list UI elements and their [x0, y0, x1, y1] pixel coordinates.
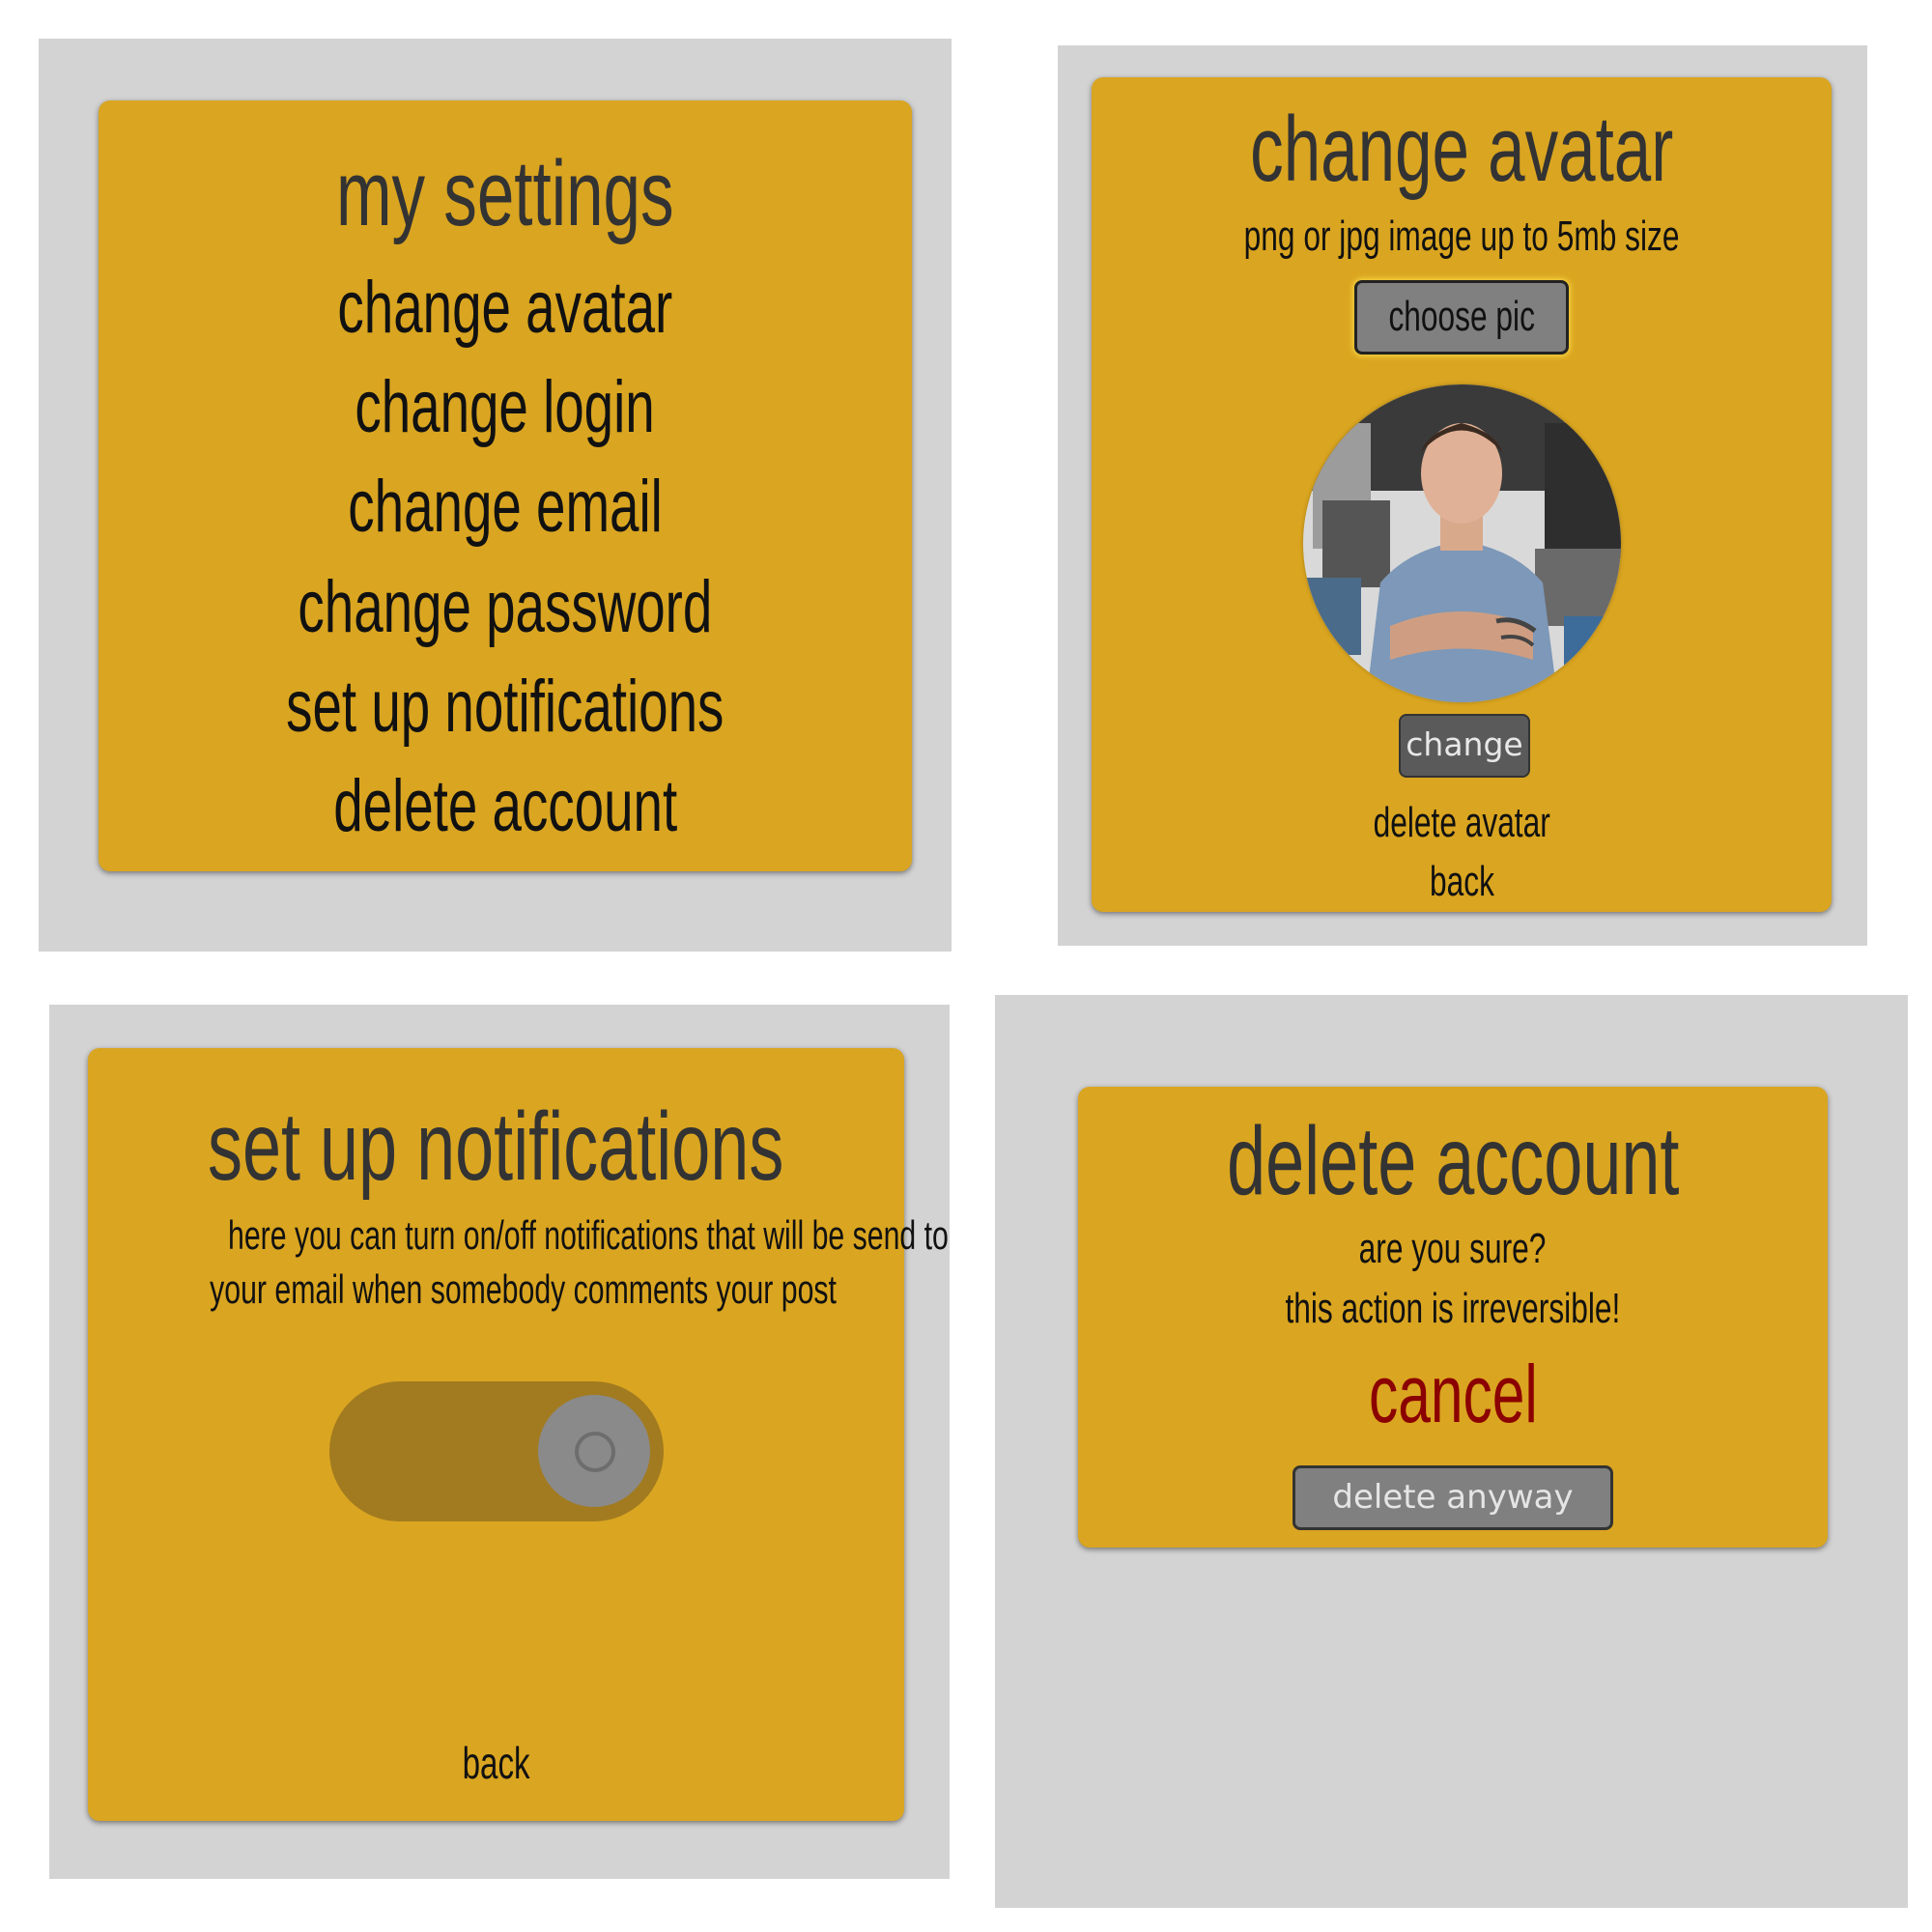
menu-item-change-avatar[interactable]: change avatar — [99, 265, 912, 352]
change-avatar-title-wrap: change avatar — [1092, 97, 1832, 203]
menu-item-label: delete account — [333, 765, 677, 847]
delete-anyway-label: delete anyway — [1332, 1478, 1574, 1517]
settings-title: my settings — [336, 142, 674, 245]
settings-menu-card: my settings change avatar change login c… — [99, 100, 912, 871]
menu-item-label: change password — [298, 566, 713, 648]
irreversible-warning: this action is irreversible! — [1285, 1285, 1621, 1332]
back-label: back — [462, 1738, 530, 1788]
menu-item-change-email[interactable]: change email — [99, 464, 912, 551]
avatar-hint-wrap: png or jpg image up to 5mb size — [1092, 210, 1832, 264]
notifications-description-line2: your email when somebody comments your p… — [210, 1266, 837, 1312]
irreversible-warning-wrap: this action is irreversible! — [1078, 1282, 1828, 1336]
delete-account-title: delete account — [1226, 1107, 1680, 1215]
delete-avatar-link[interactable]: delete avatar — [1092, 796, 1832, 850]
menu-item-set-up-notifications[interactable]: set up notifications — [99, 664, 912, 751]
avatar-hint: png or jpg image up to 5mb size — [1243, 213, 1680, 260]
cancel-link[interactable]: cancel — [1078, 1346, 1828, 1442]
delete-account-panel: delete account are you sure? this action… — [995, 995, 1908, 1908]
avatar-photo — [1303, 384, 1621, 702]
menu-item-label: set up notifications — [286, 666, 724, 748]
change-avatar-button[interactable]: change — [1399, 714, 1530, 778]
choose-pic-button[interactable]: choose pic — [1354, 280, 1569, 355]
notifications-title-wrap: set up notifications — [88, 1092, 904, 1203]
settings-menu-panel: my settings change avatar change login c… — [39, 39, 952, 952]
menu-item-label: change login — [355, 366, 656, 448]
notifications-panel: set up notifications here you can turn o… — [49, 1005, 950, 1879]
delete-account-card: delete account are you sure? this action… — [1078, 1087, 1828, 1548]
delete-avatar-label: delete avatar — [1373, 799, 1550, 846]
cancel-label: cancel — [1368, 1349, 1538, 1439]
back-link[interactable]: back — [1092, 855, 1832, 909]
toggle-knob — [538, 1395, 650, 1507]
avatar-preview — [1303, 384, 1621, 702]
change-avatar-card: change avatar png or jpg image up to 5mb… — [1092, 77, 1832, 912]
menu-item-delete-account[interactable]: delete account — [99, 763, 912, 850]
back-link[interactable]: back — [88, 1734, 904, 1792]
notifications-description-line1-wrap: here you can turn on/off notifications t… — [88, 1209, 949, 1262]
notifications-description-line2-wrap: your email when somebody comments your p… — [88, 1264, 904, 1316]
confirm-question-wrap: are you sure? — [1078, 1222, 1828, 1276]
menu-item-label: change avatar — [337, 267, 673, 349]
change-avatar-title: change avatar — [1249, 98, 1674, 201]
settings-title-wrap: my settings — [99, 141, 912, 247]
change-label: change — [1406, 725, 1523, 763]
back-label: back — [1429, 858, 1494, 905]
change-avatar-panel: change avatar png or jpg image up to 5mb… — [1058, 45, 1867, 946]
screenshot-collage: my settings change avatar change login c… — [0, 0, 1932, 1932]
choose-pic-label: choose pic — [1388, 293, 1535, 340]
notifications-toggle[interactable] — [329, 1381, 664, 1521]
confirm-question: are you sure? — [1359, 1225, 1547, 1272]
notifications-description-line1: here you can turn on/off notifications t… — [228, 1212, 949, 1258]
delete-anyway-button[interactable]: delete anyway — [1293, 1465, 1613, 1530]
notifications-card: set up notifications here you can turn o… — [88, 1048, 949, 1821]
notifications-title: set up notifications — [208, 1093, 784, 1201]
menu-item-label: change email — [348, 466, 663, 548]
menu-item-change-password[interactable]: change password — [99, 564, 912, 651]
delete-account-title-wrap: delete account — [1078, 1106, 1828, 1217]
toggle-ring-icon — [575, 1432, 615, 1472]
menu-item-change-login[interactable]: change login — [99, 364, 912, 451]
